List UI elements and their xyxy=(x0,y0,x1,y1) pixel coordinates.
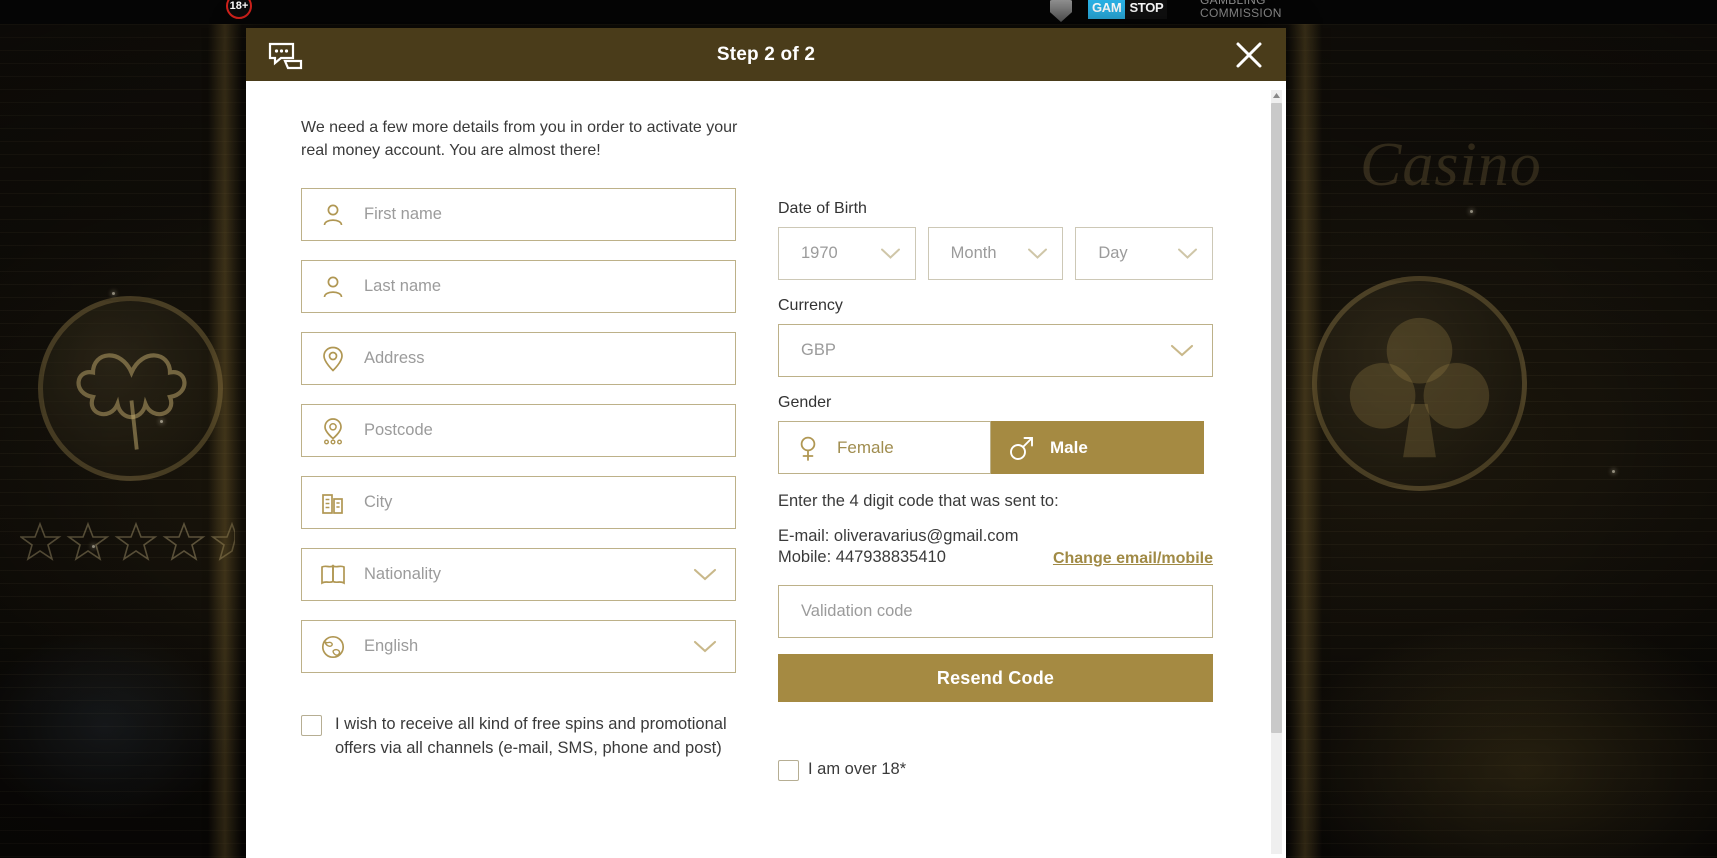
nationality-select[interactable]: Nationality xyxy=(301,548,736,602)
shield-logo-icon xyxy=(1050,0,1072,22)
chevron-down-icon xyxy=(1028,248,1048,259)
buildings-icon xyxy=(302,490,364,516)
city-field[interactable]: City xyxy=(301,476,736,530)
chevron-down-icon xyxy=(693,568,717,581)
resend-code-button[interactable]: Resend Code xyxy=(778,654,1213,702)
age-checkbox-label: I am over 18* xyxy=(808,760,907,778)
gamstop-logo[interactable]: GAM STOP xyxy=(1088,0,1168,19)
chevron-down-icon xyxy=(1178,248,1197,259)
flag-book-icon xyxy=(302,563,364,587)
scrollbar-thumb[interactable] xyxy=(1271,103,1282,733)
commission-line-2: COMMISSION xyxy=(1200,6,1282,20)
age-checkbox[interactable] xyxy=(778,760,799,781)
nationality-placeholder: Nationality xyxy=(364,565,442,584)
age-checkbox-row[interactable]: I am over 18* xyxy=(778,758,1213,781)
gambling-commission-logo: GAMBLING COMMISSION xyxy=(1200,0,1282,20)
address-placeholder: Address xyxy=(364,349,425,368)
postcode-placeholder: Postcode xyxy=(364,421,433,440)
first-name-placeholder: First name xyxy=(364,205,442,224)
globe-icon xyxy=(302,634,364,660)
postcode-field[interactable]: Postcode xyxy=(301,404,736,458)
code-prompt-text: Enter the 4 digit code that was sent to: xyxy=(778,492,1059,511)
dob-label: Date of Birth xyxy=(778,200,867,218)
language-value: English xyxy=(364,637,419,656)
modal-header: Step 2 of 2 xyxy=(246,28,1286,81)
chevron-down-icon xyxy=(1170,344,1194,357)
promo-checkbox-label: I wish to receive all kind of free spins… xyxy=(335,715,727,758)
change-email-mobile-link[interactable]: Change email/mobile xyxy=(1053,550,1213,568)
close-icon[interactable] xyxy=(1234,40,1264,70)
validation-code-input[interactable]: Validation code xyxy=(778,585,1213,638)
city-placeholder: City xyxy=(364,493,393,512)
currency-value: GBP xyxy=(801,341,836,360)
contact-info-row: E-mail: oliveravarius@gmail.com Mobile: … xyxy=(778,526,1213,568)
user-icon xyxy=(302,274,364,300)
mars-icon xyxy=(992,434,1050,462)
mobile-line: Mobile: 447938835410 xyxy=(778,548,946,567)
registration-modal: Step 2 of 2 We need a few more details f… xyxy=(246,28,1286,858)
validation-code-placeholder: Validation code xyxy=(801,602,913,620)
chevron-down-icon xyxy=(880,248,900,259)
gender-female-label: Female xyxy=(837,437,894,457)
scroll-up-arrow-icon[interactable] xyxy=(1271,90,1282,101)
gender-label: Gender xyxy=(778,394,832,412)
currency-label: Currency xyxy=(778,297,843,315)
currency-select[interactable]: GBP xyxy=(778,324,1213,378)
language-select[interactable]: English xyxy=(301,620,736,674)
gamstop-logo-part1: GAM xyxy=(1088,0,1126,19)
chevron-down-icon xyxy=(693,640,717,653)
promo-checkbox[interactable] xyxy=(301,715,322,737)
chat-bubble-icon[interactable] xyxy=(268,42,304,70)
modal-scrollbar[interactable] xyxy=(1271,90,1282,854)
first-name-field[interactable]: First name xyxy=(301,188,736,242)
email-line: E-mail: oliveravarius@gmail.com xyxy=(778,527,1019,546)
user-icon xyxy=(302,202,364,228)
last-name-placeholder: Last name xyxy=(364,277,442,296)
gender-male-button[interactable]: Male xyxy=(991,421,1204,475)
gender-row: Female Male xyxy=(778,421,1213,475)
left-form-column: First name Last name Address Postcode Ci… xyxy=(301,188,736,781)
dob-year-select[interactable]: 1970 xyxy=(778,227,916,281)
contact-info: E-mail: oliveravarius@gmail.com Mobile: … xyxy=(778,526,1018,568)
map-pin-icon xyxy=(302,345,364,373)
dob-month-select[interactable]: Month xyxy=(927,227,1064,281)
gender-female-button[interactable]: Female xyxy=(778,421,991,475)
modal-title: Step 2 of 2 xyxy=(716,43,816,65)
dob-day-value: Day xyxy=(1098,244,1128,263)
gender-male-label: Male xyxy=(1050,437,1088,457)
venus-icon xyxy=(779,434,837,462)
age-18-badge: 18+ xyxy=(226,0,252,19)
gamstop-logo-part2: STOP xyxy=(1125,0,1168,19)
intro-text: We need a few more details from you in o… xyxy=(301,119,738,159)
dob-year-value: 1970 xyxy=(801,244,838,263)
dob-month-value: Month xyxy=(950,244,997,263)
dob-day-select[interactable]: Day xyxy=(1075,227,1213,281)
modal-body: We need a few more details from you in o… xyxy=(246,81,1286,858)
promo-checkbox-row[interactable]: I wish to receive all kind of free spins… xyxy=(301,713,746,761)
site-top-bar: 18+ GAM STOP GAMBLING COMMISSION xyxy=(0,0,1717,24)
last-name-field[interactable]: Last name xyxy=(301,260,736,314)
postcode-pin-icon xyxy=(302,417,364,445)
dob-row: 1970 Month Day xyxy=(778,227,1213,281)
address-field[interactable]: Address xyxy=(301,332,736,386)
right-form-column: Date of Birth 1970 Month Day Currency GB… xyxy=(778,188,1213,781)
